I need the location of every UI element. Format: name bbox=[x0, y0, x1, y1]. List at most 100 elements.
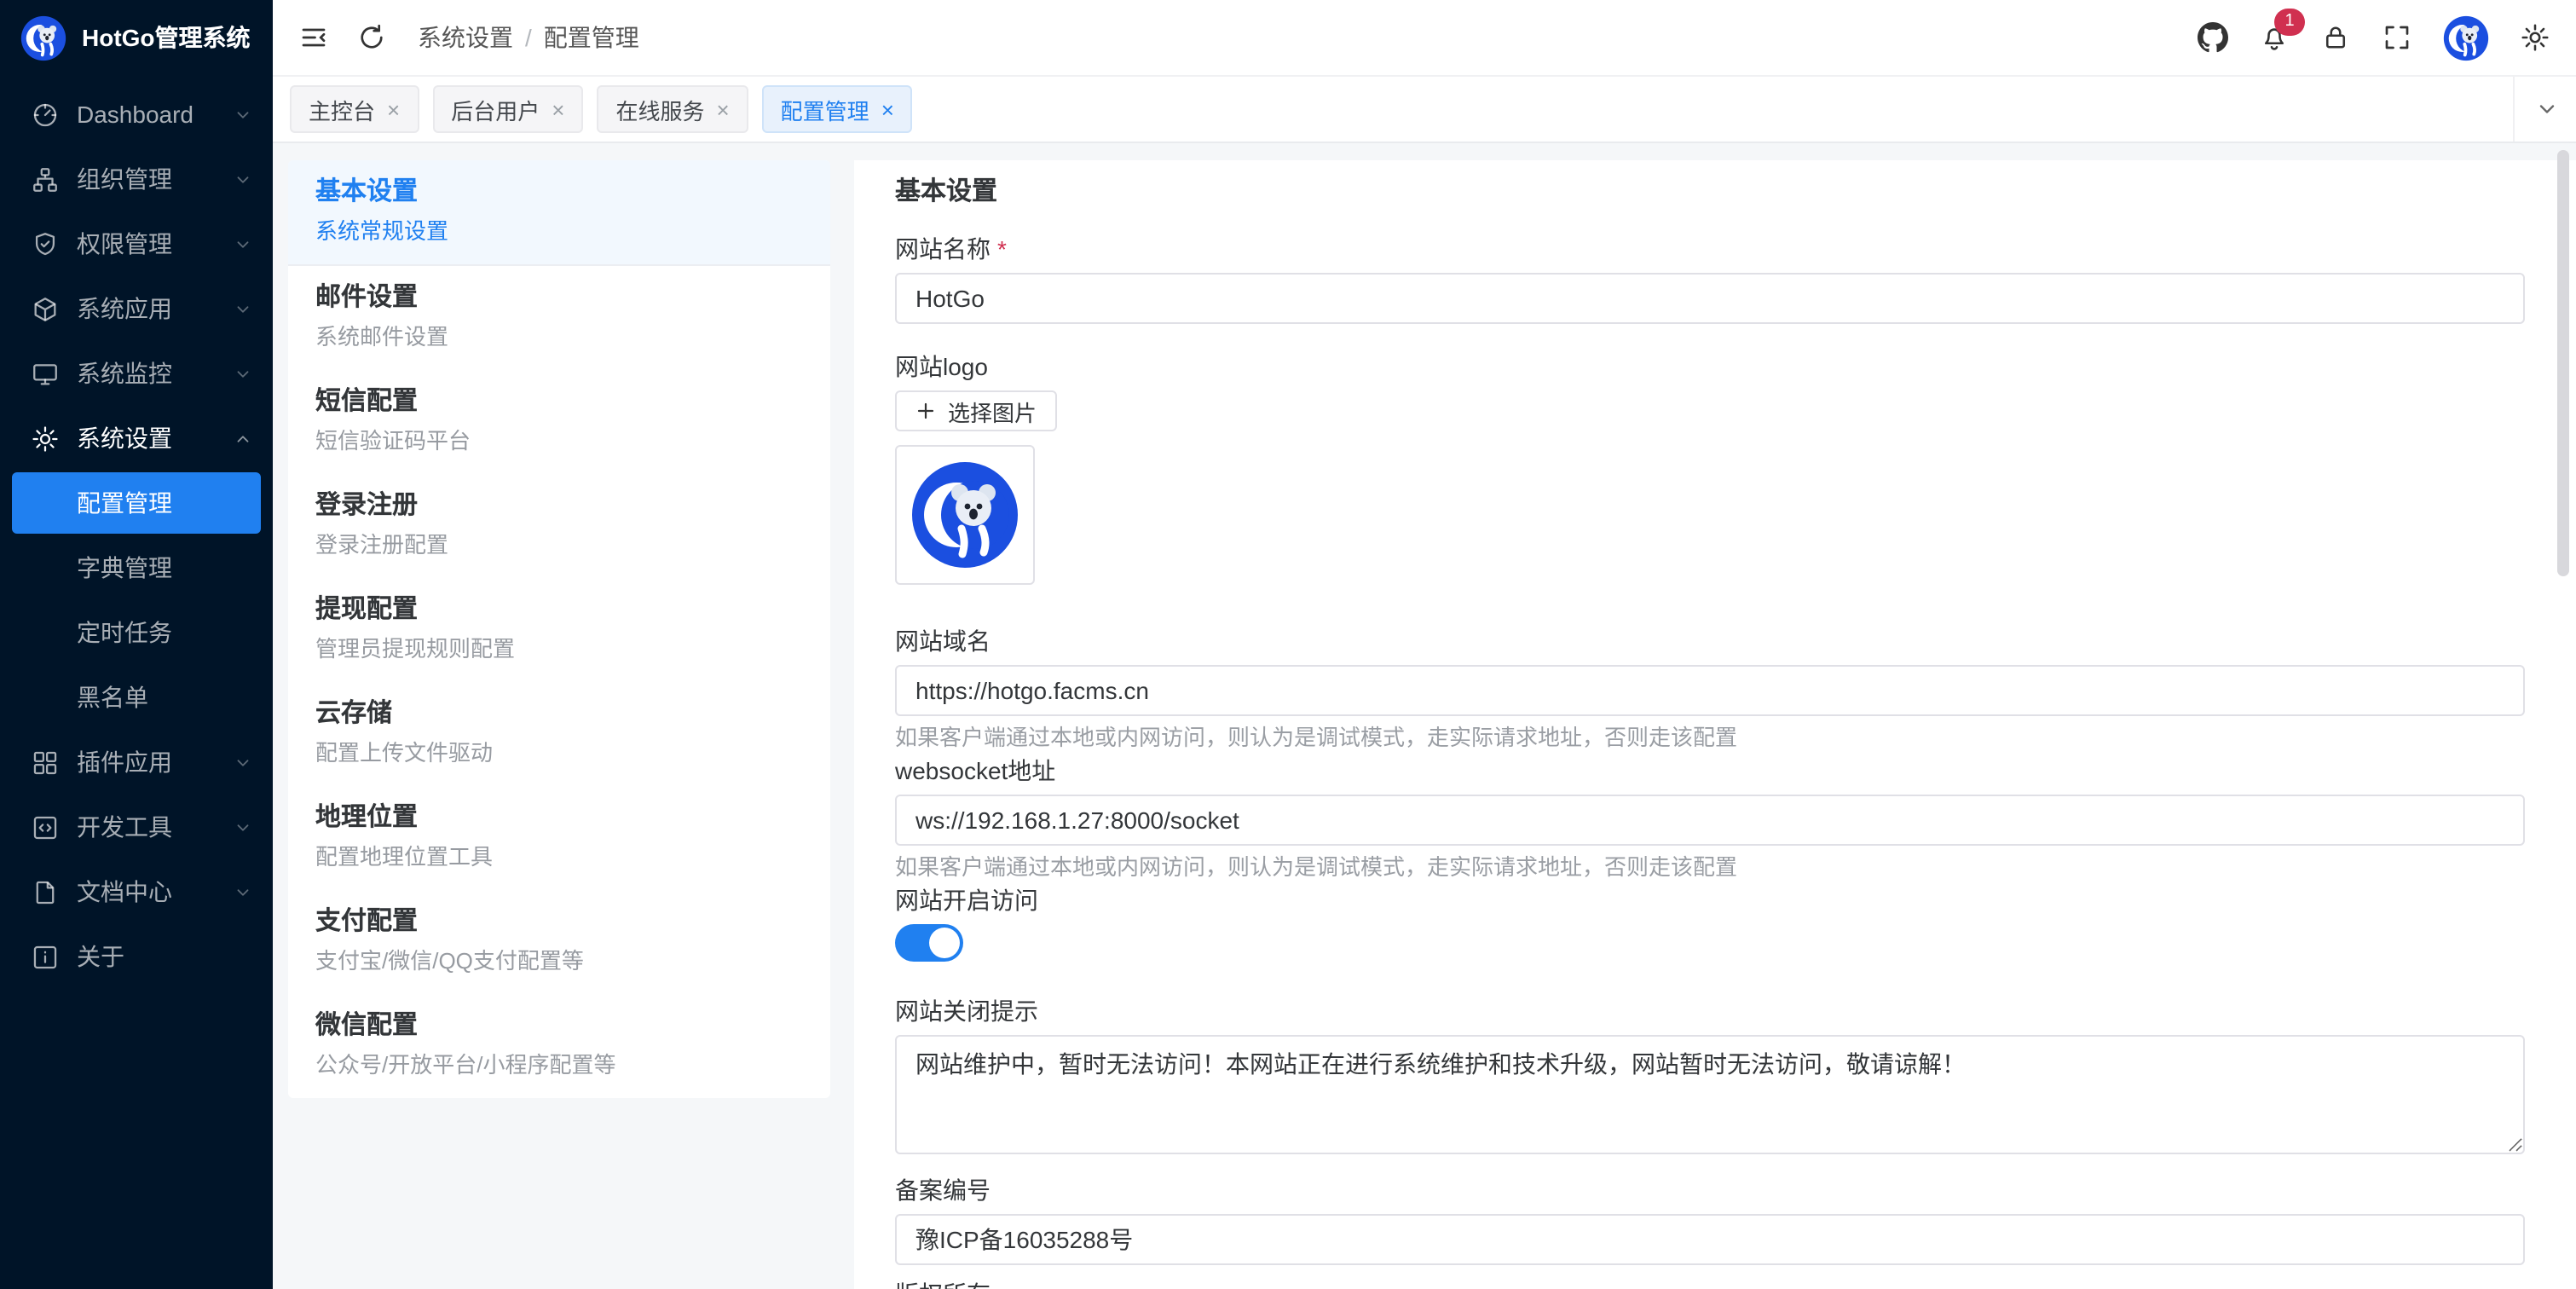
sidebar-subitem-cron[interactable]: 定时任务 bbox=[0, 600, 273, 665]
site-domain-hint: 如果客户端通过本地或内网访问，则认为是调试模式，走实际请求地址，否则走该配置 bbox=[895, 723, 2525, 752]
user-avatar[interactable] bbox=[2443, 14, 2489, 61]
icp-number-input[interactable] bbox=[895, 1214, 2525, 1265]
sidebar-subitem-label: 黑名单 bbox=[77, 680, 148, 714]
tab-close-icon[interactable]: × bbox=[387, 98, 400, 120]
chevron-up-icon bbox=[234, 429, 252, 448]
app-logo-icon bbox=[20, 14, 66, 61]
field-label: 网站域名 bbox=[895, 626, 2525, 656]
tab-close-icon[interactable]: × bbox=[881, 98, 894, 120]
settings-item-withdraw[interactable]: 提现配置 管理员提现规则配置 bbox=[288, 578, 830, 682]
menu-collapse-icon[interactable] bbox=[298, 22, 329, 53]
grid-icon bbox=[31, 748, 60, 777]
monitor-icon bbox=[31, 359, 60, 388]
field-label: websocket地址 bbox=[895, 755, 2525, 786]
fullscreen-icon[interactable] bbox=[2382, 22, 2412, 53]
field-label: 网站关闭提示 bbox=[895, 996, 2525, 1026]
form-item-close-tip: 网站关闭提示 网站维护中，暂时无法访问！本网站正在进行系统维护和技术升级，网站暂… bbox=[895, 996, 2525, 1154]
tab-label: 后台用户 bbox=[451, 93, 540, 125]
breadcrumb-current[interactable]: 配置管理 bbox=[544, 20, 639, 55]
sidebar-item-label: 权限管理 bbox=[77, 227, 172, 261]
document-icon bbox=[31, 877, 60, 906]
websocket-input[interactable] bbox=[895, 795, 2525, 846]
settings-gear-icon[interactable] bbox=[2520, 22, 2550, 53]
sidebar-item-label: 组织管理 bbox=[77, 162, 172, 196]
settings-item-title: 邮件设置 bbox=[315, 281, 803, 315]
settings-item-cloud-storage[interactable]: 云存储 配置上传文件驱动 bbox=[288, 682, 830, 786]
settings-item-title: 提现配置 bbox=[315, 593, 803, 627]
field-label-text: 备案编号 bbox=[895, 1175, 991, 1205]
settings-item-title: 地理位置 bbox=[315, 801, 803, 835]
site-logo-preview[interactable] bbox=[895, 445, 1035, 585]
required-asterisk: * bbox=[997, 234, 1007, 264]
settings-item-title: 微信配置 bbox=[315, 1009, 803, 1043]
settings-item-payment[interactable]: 支付配置 支付宝/微信/QQ支付配置等 bbox=[288, 890, 830, 994]
form-item-site-domain: 网站域名 如果客户端通过本地或内网访问，则认为是调试模式，走实际请求地址，否则走… bbox=[895, 626, 2525, 752]
field-label-text: 网站logo bbox=[895, 351, 988, 382]
organization-icon bbox=[31, 165, 60, 194]
select-image-label: 选择图片 bbox=[948, 395, 1037, 427]
field-label-text: 版权所有 bbox=[895, 1279, 991, 1289]
form-item-site-logo: 网站logo 选择图片 bbox=[895, 351, 2525, 585]
sidebar-item-devtools[interactable]: 开发工具 bbox=[0, 795, 273, 859]
tab-admin-users[interactable]: 后台用户 × bbox=[432, 85, 583, 133]
settings-item-geo[interactable]: 地理位置 配置地理位置工具 bbox=[288, 786, 830, 890]
settings-item-basic[interactable]: 基本设置 系统常规设置 bbox=[288, 160, 830, 266]
sidebar-item-monitor[interactable]: 系统监控 bbox=[0, 341, 273, 406]
sidebar-item-about[interactable]: 关于 bbox=[0, 924, 273, 989]
chevron-down-icon bbox=[234, 882, 252, 901]
settings-item-email[interactable]: 邮件设置 系统邮件设置 bbox=[288, 266, 830, 370]
tab-online-service[interactable]: 在线服务 × bbox=[597, 85, 748, 133]
tab-close-icon[interactable]: × bbox=[716, 98, 729, 120]
settings-item-sms[interactable]: 短信配置 短信验证码平台 bbox=[288, 370, 830, 474]
app-logo-row[interactable]: HotGo管理系统 bbox=[0, 0, 273, 75]
sidebar-subitem-label: 定时任务 bbox=[77, 616, 172, 650]
site-name-input[interactable] bbox=[895, 273, 2525, 324]
sidebar-subitem-config-management[interactable]: 配置管理 bbox=[12, 472, 261, 534]
settings-item-title: 登录注册 bbox=[315, 489, 803, 523]
tab-dashboard[interactable]: 主控台 × bbox=[290, 85, 419, 133]
sidebar-item-plugins[interactable]: 插件应用 bbox=[0, 730, 273, 795]
tab-close-icon[interactable]: × bbox=[552, 98, 564, 120]
settings-item-subtitle: 系统邮件设置 bbox=[315, 322, 803, 353]
lock-icon[interactable] bbox=[2320, 22, 2351, 53]
websocket-hint: 如果客户端通过本地或内网访问，则认为是调试模式，走实际请求地址，否则走该配置 bbox=[895, 853, 2525, 881]
site-open-toggle[interactable] bbox=[895, 924, 963, 962]
tab-label: 在线服务 bbox=[615, 93, 704, 125]
sidebar-subitem-dictionary[interactable]: 字典管理 bbox=[0, 535, 273, 600]
sidebar-item-dashboard[interactable]: Dashboard bbox=[0, 82, 273, 147]
chevron-down-icon bbox=[234, 818, 252, 836]
sidebar-subitem-label: 字典管理 bbox=[77, 551, 172, 585]
form-item-copyright: 版权所有 bbox=[895, 1279, 2525, 1289]
sidebar-item-label: 插件应用 bbox=[77, 745, 172, 779]
form-item-icp: 备案编号 bbox=[895, 1175, 2525, 1265]
site-logo-image bbox=[910, 460, 1019, 569]
field-label-text: 网站开启访问 bbox=[895, 885, 1038, 916]
notifications-button[interactable]: 1 bbox=[2259, 22, 2290, 53]
sidebar-item-docs[interactable]: 文档中心 bbox=[0, 859, 273, 924]
chevron-down-icon bbox=[234, 299, 252, 318]
page-scrollbar[interactable] bbox=[2557, 150, 2569, 576]
toggle-knob bbox=[929, 928, 960, 958]
sidebar-item-label: 开发工具 bbox=[77, 810, 172, 844]
breadcrumb-parent[interactable]: 系统设置 bbox=[418, 20, 513, 55]
github-icon[interactable] bbox=[2198, 22, 2228, 53]
settings-item-login[interactable]: 登录注册 登录注册配置 bbox=[288, 474, 830, 578]
sidebar-item-label: Dashboard bbox=[77, 101, 193, 128]
site-domain-input[interactable] bbox=[895, 665, 2525, 716]
tab-options-button[interactable] bbox=[2513, 77, 2559, 142]
close-tip-textarea[interactable]: 网站维护中，暂时无法访问！本网站正在进行系统维护和技术升级，网站暂时无法访问，敬… bbox=[895, 1035, 2525, 1154]
settings-item-wechat[interactable]: 微信配置 公众号/开放平台/小程序配置等 bbox=[288, 994, 830, 1098]
tab-config-management[interactable]: 配置管理 × bbox=[762, 85, 913, 133]
shield-check-icon bbox=[31, 229, 60, 258]
refresh-icon[interactable] bbox=[356, 22, 387, 53]
form-item-site-name: 网站名称 * bbox=[895, 234, 2525, 324]
settings-item-subtitle: 支付宝/微信/QQ支付配置等 bbox=[315, 946, 803, 977]
sidebar-item-permission[interactable]: 权限管理 bbox=[0, 211, 273, 276]
code-icon bbox=[31, 812, 60, 841]
sidebar-item-system-app[interactable]: 系统应用 bbox=[0, 276, 273, 341]
sidebar-item-organization[interactable]: 组织管理 bbox=[0, 147, 273, 211]
dashboard-icon bbox=[31, 100, 60, 129]
sidebar-subitem-blacklist[interactable]: 黑名单 bbox=[0, 665, 273, 730]
select-image-button[interactable]: 选择图片 bbox=[895, 390, 1057, 431]
sidebar-item-system-settings[interactable]: 系统设置 bbox=[0, 406, 273, 471]
